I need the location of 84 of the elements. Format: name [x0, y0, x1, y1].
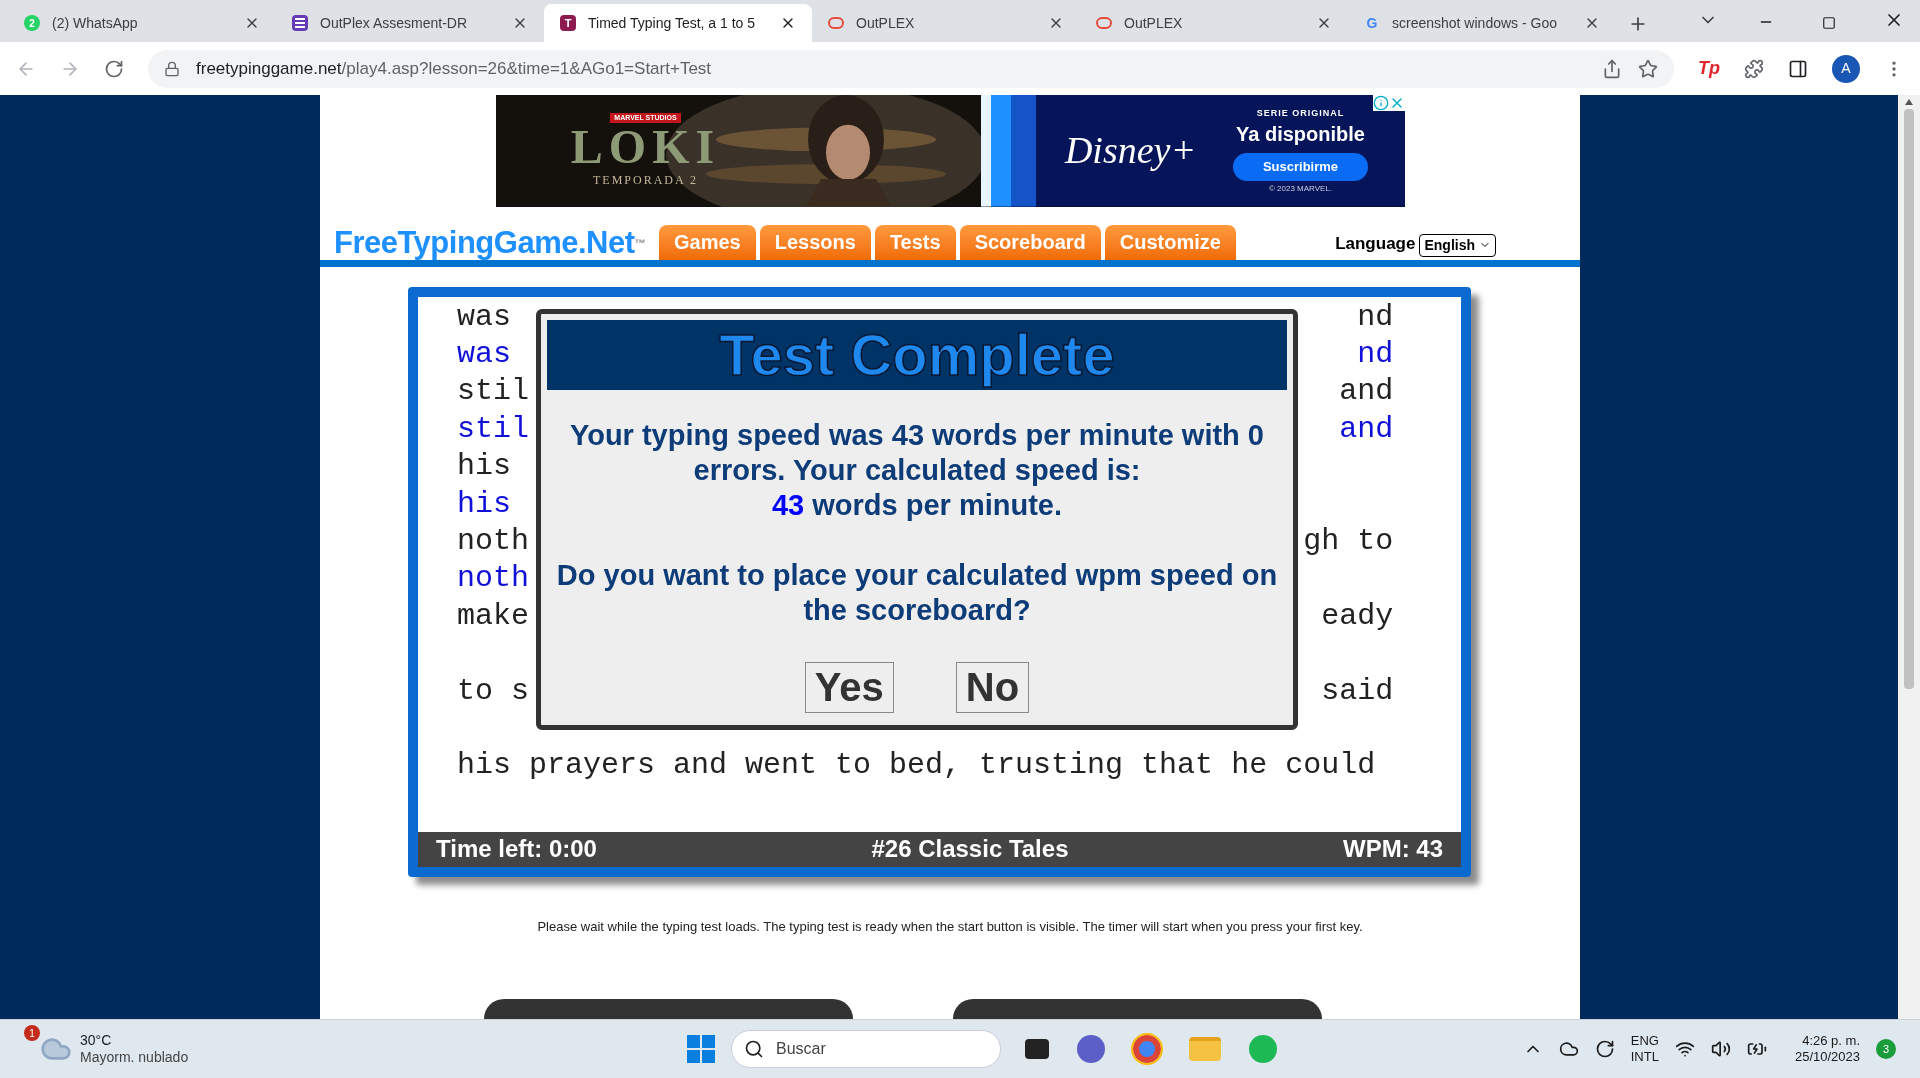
chat-icon: 2 [24, 15, 40, 31]
tag-label: SERIE ORIGINAL [1256, 106, 1345, 120]
google-icon: G [1364, 15, 1380, 31]
sync-icon[interactable] [1594, 1039, 1615, 1059]
show-title: LOKI [570, 123, 721, 172]
cloud-icon[interactable] [1558, 1039, 1579, 1059]
typed-text: nd [1357, 336, 1394, 373]
notification-badge: 1 [24, 1025, 40, 1041]
speed-message: Your typing speed was 43 words per minute with 0 errors. Your calculated speed is: [569, 417, 1265, 488]
loading-note: Please wait while the typing test loads. The typing test is ready when the start button is visible. The timer will start when you press your first key. [536, 917, 1364, 936]
language-select[interactable]: English [1419, 233, 1496, 257]
volume-icon[interactable] [1710, 1039, 1731, 1059]
tab-title: OutPlex Assesment-DR [320, 13, 469, 33]
typed-text: was [457, 336, 511, 373]
typed-text: and [1339, 410, 1394, 448]
profile-avatar[interactable]: A [1832, 54, 1860, 83]
calculated-speed: 43 words per minute. [771, 487, 1063, 523]
typed-text: his [457, 485, 511, 523]
time-left: Time left: 0:00 [436, 834, 597, 864]
typed-text: noth [457, 560, 529, 598]
tab-title: OutPLEX [856, 13, 916, 33]
prompt-text: gh to [1303, 522, 1394, 560]
lesson-name: #26 Classic Tales [871, 834, 1069, 864]
browser-tab[interactable]: G screenshot windows - Goo [1348, 4, 1616, 42]
task-view-icon[interactable] [1025, 1039, 1049, 1059]
browser-tab[interactable]: 2 (2) WhatsApp [8, 4, 276, 42]
ring-icon [1096, 17, 1112, 29]
scroll-up-icon[interactable] [1905, 99, 1913, 105]
search-icon [744, 1039, 764, 1059]
season-label: TEMPORADA 2 [593, 172, 698, 190]
prompt-text: stil [457, 373, 529, 411]
scoreboard-question: Do you want to place your calculated wpm speed on the scoreboard? [555, 557, 1279, 628]
language-label: Language [1335, 233, 1416, 256]
copyright-text: © 2023 MARVEL. [1268, 183, 1333, 196]
browser-tab[interactable]: OutPLEX [1080, 4, 1348, 42]
tab-title: Timed Typing Test, a 1 to 5 [588, 13, 757, 33]
lock-icon [164, 60, 180, 77]
share-icon[interactable] [1602, 58, 1622, 79]
prompt-text: noth [457, 522, 529, 560]
form-icon [292, 15, 308, 31]
browser-tab[interactable]: T Timed Typing Test, a 1 to 5 [544, 4, 812, 42]
dialog-title: Test Complete [547, 319, 1287, 390]
prompt-text: eady [1321, 597, 1394, 635]
bookmark-icon[interactable] [1638, 58, 1658, 79]
prompt-text: his prayers and went to bed, trusting that he could [457, 747, 1376, 785]
scrollbar[interactable] [1898, 95, 1920, 1019]
start-icon[interactable] [687, 1035, 715, 1063]
prompt-text: and [1339, 373, 1394, 411]
wpm-value: WPM: 43 [1343, 834, 1443, 864]
prompt-text: make [457, 597, 529, 635]
tab-title: screenshot windows - Goo [1392, 13, 1558, 33]
prompt-text: was [457, 298, 511, 336]
search-field[interactable]: Buscar [731, 1030, 1001, 1068]
answer-button[interactable]: Yes [804, 661, 894, 713]
url-text: freetypinggame.net/play4.asp?lesson=26&time=1&AGo1=Start+Test [196, 57, 712, 80]
site-icon: T [560, 15, 576, 31]
reload-icon[interactable] [104, 58, 124, 79]
site-logo[interactable]: FreeTypingGame.Net$^{™}$ [334, 226, 645, 258]
browser-tab[interactable]: OutPLEX [812, 4, 1080, 42]
answer-button[interactable]: No [955, 661, 1030, 713]
prompt-text: nd [1357, 298, 1394, 336]
prompt-text: his [457, 448, 511, 486]
prompt-text: said [1321, 672, 1394, 710]
prompt-text: to s [457, 672, 529, 710]
address-bar[interactable]: freetypinggame.net/play4.asp?lesson=26&time=1&AGo1=Start+Test [148, 49, 1674, 88]
wifi-icon[interactable] [1674, 1039, 1695, 1059]
extension-icon[interactable]: Tp [1698, 55, 1720, 82]
weather-text: Mayorm. nublado [80, 1049, 189, 1067]
ring-icon [828, 17, 844, 29]
extensions-icon[interactable] [1744, 58, 1764, 79]
subscribe-button[interactable]: Suscribirme [1233, 153, 1368, 182]
search-placeholder: Buscar [776, 1039, 826, 1059]
tab-title: (2) WhatsApp [52, 13, 139, 33]
notification-count[interactable]: 3 [1876, 1039, 1896, 1059]
ad-headline: Ya disponible [1236, 122, 1365, 148]
brand-logo: Disney+ [1063, 128, 1198, 174]
tab-title: OutPLEX [1124, 13, 1184, 33]
side-panel-icon[interactable] [1788, 58, 1808, 79]
clock[interactable]: 4:26 p. m. 25/10/2023 [1794, 1032, 1860, 1066]
temperature: 30°C [80, 1031, 113, 1049]
typed-text: stil [457, 410, 529, 448]
restore-icon[interactable] [1822, 16, 1836, 30]
browser-tab[interactable]: OutPlex Assesment-DR [276, 4, 544, 42]
input-language[interactable]: ENG INTL [1630, 1032, 1659, 1066]
